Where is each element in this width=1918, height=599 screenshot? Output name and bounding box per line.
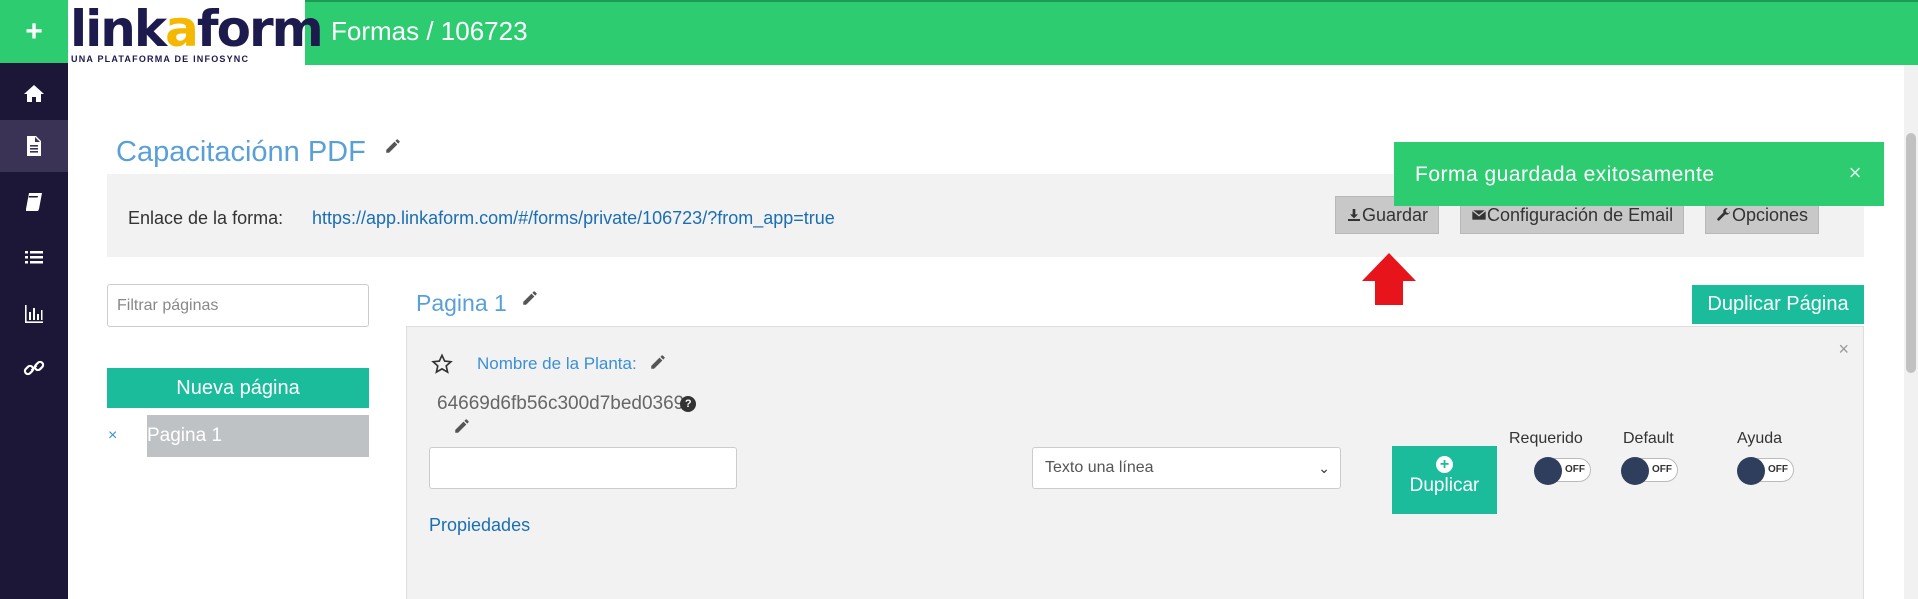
link-icon <box>23 360 45 376</box>
linkaform-logo[interactable]: linkaform UNA PLATAFORMA DE INFOSYNC <box>68 0 324 67</box>
remove-page-button[interactable]: × <box>108 427 117 445</box>
toggle-knob <box>1534 457 1562 485</box>
document-icon <box>27 136 41 156</box>
edit-page-pencil-icon[interactable] <box>521 286 539 305</box>
required-label: Requerido <box>1509 430 1583 447</box>
home-icon <box>24 85 44 102</box>
field-label-text: Nombre de la Planta: <box>477 354 637 373</box>
list-icon <box>25 251 43 264</box>
toggle-knob <box>1737 457 1765 485</box>
bar-chart-icon <box>25 305 43 323</box>
default-toggle[interactable]: OFF <box>1621 457 1678 485</box>
toggle-knob <box>1621 457 1649 485</box>
default-label: Default <box>1623 430 1674 447</box>
add-button[interactable]: + <box>0 0 68 63</box>
help-toggle[interactable]: OFF <box>1737 457 1794 485</box>
field-id: 64669d6fb56c300d7bed0369? <box>437 393 697 415</box>
properties-link[interactable]: Propiedades <box>429 515 530 536</box>
app-root: + linkaform UNA PLATAFORMA DE INFOSYNC F… <box>0 0 1918 599</box>
help-icon[interactable]: ? <box>680 396 697 412</box>
download-icon <box>1348 209 1360 221</box>
page-title-text: Pagina 1 <box>416 290 507 316</box>
form-link-url[interactable]: https://app.linkaform.com/#/forms/privat… <box>312 208 835 229</box>
plus-circle-icon: + <box>1436 456 1453 473</box>
help-label: Ayuda <box>1737 430 1783 447</box>
book-icon <box>26 193 42 211</box>
edit-id-pencil-icon[interactable] <box>453 417 471 435</box>
field-type-value: Texto una línea <box>1045 459 1154 476</box>
rail-item-reports[interactable] <box>0 288 68 340</box>
breadcrumb: Formas / 106723 <box>331 16 528 46</box>
field-type-select[interactable]: Texto una línea ⌄ <box>1032 447 1341 489</box>
rail-item-home[interactable] <box>0 68 68 120</box>
filter-pages-input[interactable] <box>107 284 369 327</box>
field-card: × Nombre de la Planta: 64669d6fb56c300d7… <box>406 326 1864 599</box>
duplicate-field-button[interactable]: + Duplicar <box>1392 446 1497 514</box>
duplicate-page-button[interactable]: Duplicar Página <box>1692 285 1864 324</box>
rail-item-records[interactable] <box>0 232 68 284</box>
form-title: Capacitaciónn PDF <box>116 130 402 169</box>
envelope-icon <box>1471 209 1487 220</box>
success-toast: Forma guardada exitosamente × <box>1394 142 1884 206</box>
field-preview-input[interactable] <box>429 447 737 489</box>
scrollbar-thumb[interactable] <box>1906 133 1916 373</box>
new-page-button[interactable]: Nueva página <box>107 368 369 408</box>
toast-message: Forma guardada exitosamente <box>1415 163 1715 186</box>
top-bar: linkaform UNA PLATAFORMA DE INFOSYNC For… <box>68 0 1918 67</box>
left-rail: + <box>0 0 68 599</box>
rail-item-forms[interactable] <box>0 120 68 172</box>
remove-field-button[interactable]: × <box>1838 339 1849 360</box>
toast-close-button[interactable]: × <box>1849 160 1862 186</box>
edit-title-pencil-icon[interactable] <box>384 130 402 153</box>
field-label: Nombre de la Planta: <box>477 353 667 374</box>
form-link-label: Enlace de la forma: <box>128 208 284 228</box>
wrench-icon <box>1717 208 1730 221</box>
sidebar-page-item[interactable]: Pagina 1 <box>147 415 369 457</box>
field-id-text: 64669d6fb56c300d7bed0369 <box>437 393 685 414</box>
vertical-scrollbar[interactable] <box>1904 65 1918 599</box>
rail-item-connections[interactable] <box>0 342 68 394</box>
edit-field-pencil-icon[interactable] <box>649 353 667 371</box>
chevron-down-icon: ⌄ <box>1318 460 1330 476</box>
form-title-text: Capacitaciónn PDF <box>116 136 366 168</box>
star-icon[interactable] <box>431 353 453 375</box>
page-title: Pagina 1 <box>416 286 539 317</box>
rail-item-catalogs[interactable] <box>0 176 68 228</box>
red-arrow-icon <box>1362 253 1416 305</box>
required-toggle[interactable]: OFF <box>1534 457 1591 485</box>
